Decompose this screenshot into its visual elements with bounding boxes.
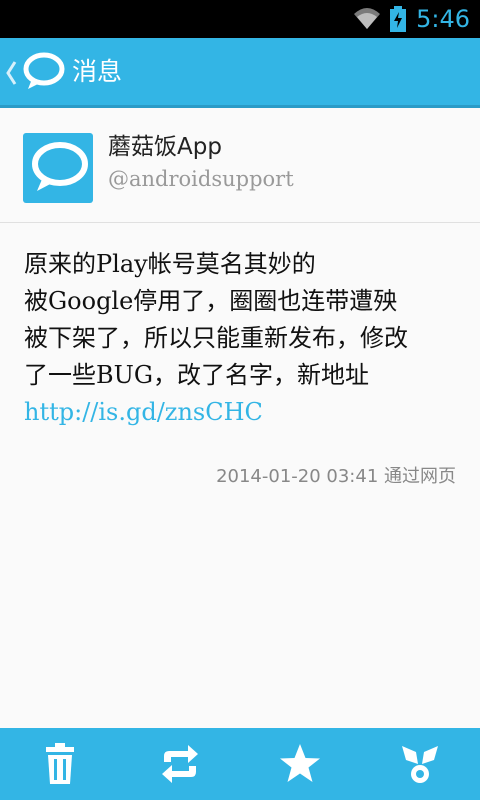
chevron-left-icon[interactable] <box>4 58 18 88</box>
star-icon[interactable] <box>278 742 322 786</box>
message-body: 原来的Play帐号莫名其妙的 被Google停用了，圈圈也连带遭殃 被下架了，所… <box>24 246 460 431</box>
trash-icon[interactable] <box>38 742 82 786</box>
battery-charging-icon <box>389 6 407 36</box>
message-link[interactable]: http://is.gd/znsCHC <box>24 394 460 431</box>
message-line: 被Google停用了，圈圈也连带遭殃 <box>24 287 398 315</box>
user-header[interactable]: 蘑菇饭App @androidsupport <box>0 108 480 223</box>
retweet-icon[interactable] <box>158 742 202 786</box>
action-bar: 消息 <box>0 38 480 108</box>
source: 通过网页 <box>384 466 456 487</box>
status-bar: 5:46 <box>0 0 480 38</box>
page-title: 消息 <box>72 57 123 86</box>
message-line: 原来的Play帐号莫名其妙的 <box>24 250 316 278</box>
speech-bubble-icon <box>32 142 88 191</box>
user-handle: @androidsupport <box>108 167 294 191</box>
message-line: 被下架了，所以只能重新发布，修改 <box>24 324 408 352</box>
bottom-action-bar <box>0 728 480 800</box>
message-meta: 2014-01-20 03:41 通过网页 <box>216 462 456 492</box>
message-line: 了一些BUG，改了名字，新地址 <box>24 361 370 389</box>
avatar[interactable] <box>23 133 93 203</box>
timestamp: 2014-01-20 03:41 <box>216 466 379 487</box>
wifi-icon <box>352 6 382 34</box>
status-time: 5:46 <box>416 5 470 33</box>
app-logo-icon[interactable] <box>22 52 66 96</box>
share-icon[interactable] <box>398 742 442 786</box>
user-name: 蘑菇饭App <box>108 134 222 160</box>
